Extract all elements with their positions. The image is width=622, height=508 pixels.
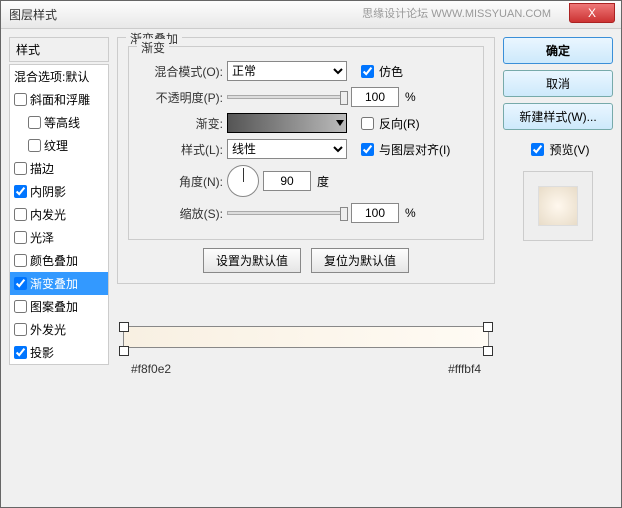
watermark: 思缘设计论坛 WWW.MISSYUAN.COM (362, 5, 551, 21)
blend-mode-label: 混合模式(O): (139, 63, 223, 80)
style-label: 内阴影 (30, 183, 66, 200)
new-style-button[interactable]: 新建样式(W)... (503, 103, 613, 130)
style-checkbox[interactable] (28, 116, 41, 129)
legend-inner: 渐变 (137, 39, 169, 56)
style-checkbox[interactable] (14, 277, 27, 290)
gradient-picker[interactable] (227, 113, 347, 133)
opacity-stop-right[interactable] (483, 322, 493, 332)
style-label: 渐变叠加 (30, 275, 78, 292)
style-label: 内发光 (30, 206, 66, 223)
align-checkbox[interactable]: 与图层对齐(I) (357, 140, 450, 159)
scale-slider[interactable] (227, 211, 347, 215)
style-checkbox[interactable] (14, 185, 27, 198)
preview-swatch (538, 186, 578, 226)
style-label: 外发光 (30, 321, 66, 338)
opacity-label: 不透明度(P): (139, 89, 223, 106)
style-checkbox[interactable] (14, 300, 27, 313)
style-label: 投影 (30, 344, 54, 361)
angle-input[interactable] (263, 171, 311, 191)
layer-style-dialog: 图层样式 思缘设计论坛 WWW.MISSYUAN.COM X 样式 混合选项:默… (0, 0, 622, 508)
styles-panel: 样式 混合选项:默认 斜面和浮雕等高线纹理描边内阴影内发光光泽颜色叠加渐变叠加图… (9, 37, 109, 499)
style-item[interactable]: 渐变叠加 (10, 272, 108, 295)
reverse-checkbox[interactable]: 反向(R) (357, 114, 420, 133)
right-panel: 确定 取消 新建样式(W)... 预览(V) (503, 37, 613, 499)
reset-default-button[interactable]: 复位为默认值 (311, 248, 409, 273)
style-checkbox[interactable] (14, 208, 27, 221)
blend-mode-select[interactable]: 正常 (227, 61, 347, 81)
color-stop-left[interactable] (119, 346, 129, 356)
style-label: 斜面和浮雕 (30, 91, 90, 108)
style-list: 混合选项:默认 斜面和浮雕等高线纹理描边内阴影内发光光泽颜色叠加渐变叠加图案叠加… (9, 64, 109, 365)
gradient-label: 渐变: (139, 115, 223, 132)
style-label: 描边 (30, 160, 54, 177)
style-item[interactable]: 等高线 (10, 111, 108, 134)
make-default-button[interactable]: 设置为默认值 (203, 248, 301, 273)
angle-label: 角度(N): (139, 173, 223, 190)
style-checkbox[interactable] (14, 93, 27, 106)
style-label: 颜色叠加 (30, 252, 78, 269)
style-item[interactable]: 斜面和浮雕 (10, 88, 108, 111)
style-checkbox[interactable] (28, 139, 41, 152)
ok-button[interactable]: 确定 (503, 37, 613, 64)
opacity-input[interactable] (351, 87, 399, 107)
preview-box (523, 171, 593, 241)
style-item[interactable]: 图案叠加 (10, 295, 108, 318)
style-item[interactable]: 内发光 (10, 203, 108, 226)
scale-label: 缩放(S): (139, 205, 223, 222)
style-checkbox[interactable] (14, 323, 27, 336)
content: 样式 混合选项:默认 斜面和浮雕等高线纹理描边内阴影内发光光泽颜色叠加渐变叠加图… (1, 29, 621, 507)
style-item[interactable]: 纹理 (10, 134, 108, 157)
gradient-overlay-group: 渐变叠加 渐变 混合模式(O): 正常 仿色 不透明度(P): % (117, 37, 495, 284)
titlebar: 图层样式 思缘设计论坛 WWW.MISSYUAN.COM X (1, 1, 621, 29)
style-checkbox[interactable] (14, 162, 27, 175)
style-label: 图案叠加 (30, 298, 78, 315)
style-item[interactable]: 光泽 (10, 226, 108, 249)
blending-options[interactable]: 混合选项:默认 (10, 65, 108, 88)
window-title: 图层样式 (9, 6, 57, 23)
gradient-editor: #f8f0e2 #fffbf4 (117, 326, 495, 386)
style-label: 样式(L): (139, 141, 223, 158)
styles-header: 样式 (9, 37, 109, 62)
style-checkbox[interactable] (14, 346, 27, 359)
settings-panel: 渐变叠加 渐变 混合模式(O): 正常 仿色 不透明度(P): % (117, 37, 495, 499)
style-item[interactable]: 描边 (10, 157, 108, 180)
style-select[interactable]: 线性 (227, 139, 347, 159)
color-right-label: #fffbf4 (448, 362, 481, 376)
opacity-slider[interactable] (227, 95, 347, 99)
color-left-label: #f8f0e2 (131, 362, 171, 376)
style-item[interactable]: 外发光 (10, 318, 108, 341)
angle-dial[interactable] (227, 165, 259, 197)
style-label: 等高线 (44, 114, 80, 131)
preview-checkbox[interactable]: 预览(V) (503, 140, 613, 159)
style-label: 纹理 (44, 137, 68, 154)
gradient-bar[interactable] (123, 326, 489, 348)
gradient-group: 渐变 混合模式(O): 正常 仿色 不透明度(P): % 渐变: (128, 46, 484, 240)
style-item[interactable]: 投影 (10, 341, 108, 364)
style-label: 光泽 (30, 229, 54, 246)
style-checkbox[interactable] (14, 254, 27, 267)
opacity-stop-left[interactable] (119, 322, 129, 332)
style-item[interactable]: 颜色叠加 (10, 249, 108, 272)
style-checkbox[interactable] (14, 231, 27, 244)
dither-checkbox[interactable]: 仿色 (357, 62, 403, 81)
close-button[interactable]: X (569, 3, 615, 23)
cancel-button[interactable]: 取消 (503, 70, 613, 97)
scale-input[interactable] (351, 203, 399, 223)
style-item[interactable]: 内阴影 (10, 180, 108, 203)
color-stop-right[interactable] (483, 346, 493, 356)
